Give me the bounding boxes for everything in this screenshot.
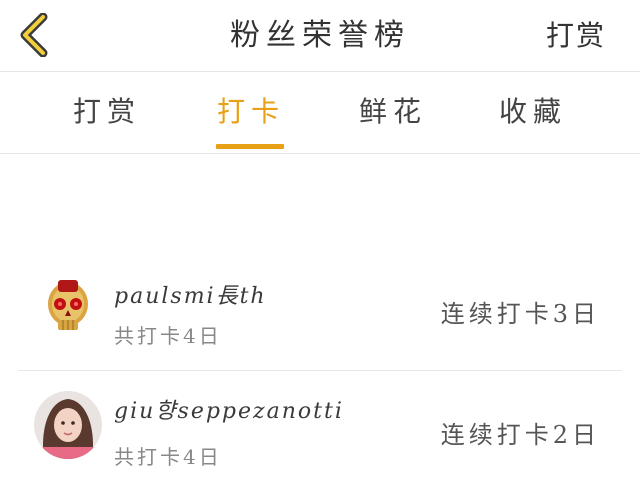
list-item[interactable]: paulsmi長th 共打卡4日 连续打卡3日 (18, 254, 622, 366)
avatar[interactable] (34, 274, 102, 342)
reward-button[interactable]: 打赏 (546, 0, 606, 72)
active-tab-indicator (216, 144, 284, 149)
tab-bar: 打赏 打卡 鲜花 收藏 (0, 72, 640, 154)
username: paulsmi長th (114, 284, 267, 309)
fan-honor-screen: 粉丝荣誉榜 打赏 打赏 打卡 鲜花 收藏 paulsmi長th 共打卡4日 连续… (0, 0, 640, 482)
top-bar: 粉丝荣誉榜 打赏 (0, 0, 640, 72)
streak-checkins: 连续打卡3日 (440, 300, 600, 328)
avatar[interactable] (34, 391, 102, 459)
total-checkins: 共打卡4日 (114, 445, 222, 469)
tab-flowers[interactable]: 鲜花 (338, 72, 448, 154)
streak-checkins: 连续打卡2日 (440, 421, 600, 449)
tab-checkin[interactable]: 打卡 (196, 72, 306, 154)
page-title: 粉丝荣誉榜 (230, 18, 410, 53)
list-item[interactable]: giu향seppezanotti 共打卡4日 连续打卡2日 (18, 370, 622, 482)
portrait-avatar-icon (34, 391, 102, 459)
tab-favorites[interactable]: 收藏 (478, 72, 588, 154)
total-checkins: 共打卡4日 (114, 324, 222, 348)
skull-avatar-icon (34, 274, 102, 342)
tab-reward[interactable]: 打赏 (52, 72, 162, 154)
username: giu향seppezanotti (114, 399, 344, 424)
